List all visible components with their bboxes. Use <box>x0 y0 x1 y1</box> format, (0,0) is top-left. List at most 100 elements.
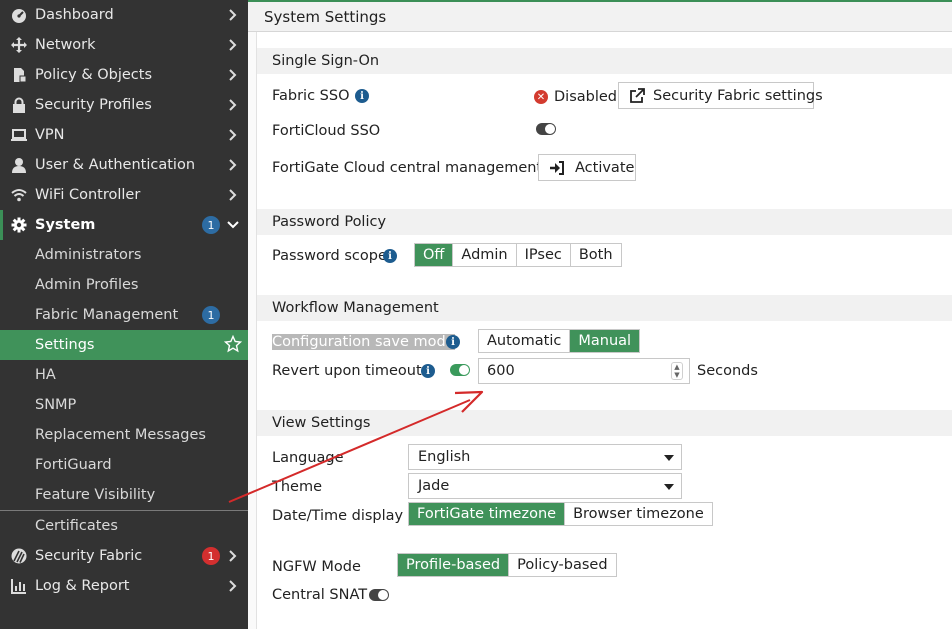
nav-security-fabric[interactable]: Security Fabric 1 <box>0 541 248 571</box>
star-icon[interactable] <box>223 334 243 357</box>
fabric-sso-status: Disabled <box>554 89 617 105</box>
external-link-icon <box>629 87 645 104</box>
sidebar-item-replacement-messages[interactable]: Replacement Messages <box>0 420 248 450</box>
page-title: System Settings <box>264 7 387 26</box>
sidebar-item-fortiguard[interactable]: FortiGuard <box>0 450 248 480</box>
password-scope-off[interactable]: Off <box>415 244 454 266</box>
sidebar-item-settings[interactable]: Settings <box>0 330 248 360</box>
button-label: Activate <box>575 159 635 176</box>
nav-label: VPN <box>35 127 65 143</box>
revert-timeout-toggle[interactable] <box>450 364 470 376</box>
forticloud-sso-toggle[interactable] <box>536 123 556 135</box>
fabric-sso-label: Fabric SSO <box>272 88 350 104</box>
nav-label: Policy & Objects <box>35 67 153 83</box>
password-scope-ipsec[interactable]: IPsec <box>516 244 571 266</box>
password-scope-admin[interactable]: Admin <box>453 244 517 266</box>
nav-user-authentication[interactable]: User & Authentication <box>0 150 248 180</box>
caret-down-icon <box>664 484 674 490</box>
nav-label: System <box>35 217 96 233</box>
nav-network[interactable]: Network <box>0 30 248 60</box>
chevron-right-icon <box>226 67 240 83</box>
nav-vpn[interactable]: VPN <box>0 120 248 150</box>
nav-label: Replacement Messages <box>35 427 206 443</box>
password-scope-both[interactable]: Both <box>570 244 621 266</box>
section-header-password: Password Policy <box>257 209 952 235</box>
revert-unit-label: Seconds <box>697 363 758 379</box>
central-snat-label: Central SNAT <box>272 587 368 603</box>
password-scope-selector: Off Admin IPsec Both <box>414 243 622 267</box>
section-header-sso: Single Sign-On <box>257 48 952 74</box>
sidebar-item-fabric-management[interactable]: Fabric Management 1 <box>0 300 248 330</box>
caret-down-icon <box>664 455 674 461</box>
nav-label: User & Authentication <box>35 157 196 173</box>
policy-icon <box>10 66 28 84</box>
user-icon <box>10 156 28 174</box>
datetime-fortigate-timezone[interactable]: FortiGate timezone <box>409 503 566 525</box>
nav-dashboard[interactable]: Dashboard <box>0 0 248 30</box>
info-icon[interactable]: i <box>383 249 397 263</box>
nav-label: Admin Profiles <box>35 277 139 293</box>
ngfw-profile-based[interactable]: Profile-based <box>398 554 510 576</box>
select-value: English <box>418 449 471 465</box>
chevron-right-icon <box>226 157 240 173</box>
sidebar-item-snmp[interactable]: SNMP <box>0 390 248 420</box>
revert-timeout-field[interactable]: ▲▼ <box>478 358 690 384</box>
language-label: Language <box>272 450 344 466</box>
nav-label: HA <box>35 367 56 383</box>
save-mode-selector: Automatic Manual <box>478 329 641 353</box>
central-snat-toggle[interactable] <box>369 589 389 601</box>
section-header-view: View Settings <box>257 410 952 436</box>
nav-label: Administrators <box>35 247 142 263</box>
password-scope-label: Password scope <box>272 248 387 264</box>
dashboard-icon <box>10 6 28 24</box>
wifi-icon <box>10 186 28 204</box>
spinner-icon[interactable]: ▲ ▼ <box>671 362 683 380</box>
chevron-down-icon <box>226 217 240 233</box>
lock-icon <box>10 96 28 114</box>
fortigate-cloud-label: FortiGate Cloud central management <box>272 160 543 176</box>
datetime-display-selector: FortiGate timezone Browser timezone <box>408 502 713 526</box>
nav-policy-objects[interactable]: Policy & Objects <box>0 60 248 90</box>
nav-wifi-controller[interactable]: WiFi Controller <box>0 180 248 210</box>
sidebar-item-administrators[interactable]: Administrators <box>0 240 248 270</box>
nav-label: Certificates <box>35 518 118 534</box>
info-icon[interactable]: i <box>446 335 460 349</box>
nav-system[interactable]: System 1 <box>0 210 248 240</box>
sidebar-item-admin-profiles[interactable]: Admin Profiles <box>0 270 248 300</box>
language-select[interactable]: English <box>408 444 682 470</box>
network-icon <box>10 36 28 54</box>
security-fabric-settings-button[interactable]: Security Fabric settings <box>618 82 823 109</box>
info-icon[interactable]: i <box>421 364 435 378</box>
theme-select[interactable]: Jade <box>408 473 682 499</box>
sidebar-item-feature-visibility[interactable]: Feature Visibility <box>0 480 248 510</box>
ngfw-policy-based[interactable]: Policy-based <box>509 554 616 576</box>
sidebar-item-certificates[interactable]: Certificates <box>0 511 248 541</box>
ngfw-mode-label: NGFW Mode <box>272 559 361 575</box>
nav-security-profiles[interactable]: Security Profiles <box>0 90 248 120</box>
chevron-right-icon <box>226 578 240 594</box>
forticloud-sso-label: FortiCloud SSO <box>272 123 381 139</box>
save-mode-manual[interactable]: Manual <box>570 330 640 352</box>
nav-label: Security Profiles <box>35 97 152 113</box>
notification-badge: 1 <box>202 306 220 324</box>
sign-in-icon <box>549 160 565 176</box>
config-save-mode-label: Configuration save mode <box>272 334 455 350</box>
nav-label: Dashboard <box>35 7 114 23</box>
gear-icon <box>10 216 28 234</box>
nav-log-report[interactable]: Log & Report <box>0 571 248 601</box>
select-value: Jade <box>418 478 450 494</box>
button-label: Security Fabric settings <box>653 87 823 104</box>
datetime-browser-timezone[interactable]: Browser timezone <box>565 503 712 525</box>
save-mode-automatic[interactable]: Automatic <box>479 330 571 352</box>
sidebar-item-ha[interactable]: HA <box>0 360 248 390</box>
security-fabric-icon <box>10 547 28 565</box>
revert-timeout-input[interactable] <box>487 363 637 379</box>
section-header-workflow: Workflow Management <box>257 295 952 321</box>
datetime-display-label: Date/Time display <box>272 508 404 524</box>
activate-button[interactable]: Activate <box>538 154 636 181</box>
info-icon[interactable]: i <box>355 89 369 103</box>
ngfw-mode-selector: Profile-based Policy-based <box>397 553 617 577</box>
nav-label: Feature Visibility <box>35 487 156 503</box>
nav-label: Network <box>35 37 96 53</box>
nav-label: SNMP <box>35 397 77 413</box>
